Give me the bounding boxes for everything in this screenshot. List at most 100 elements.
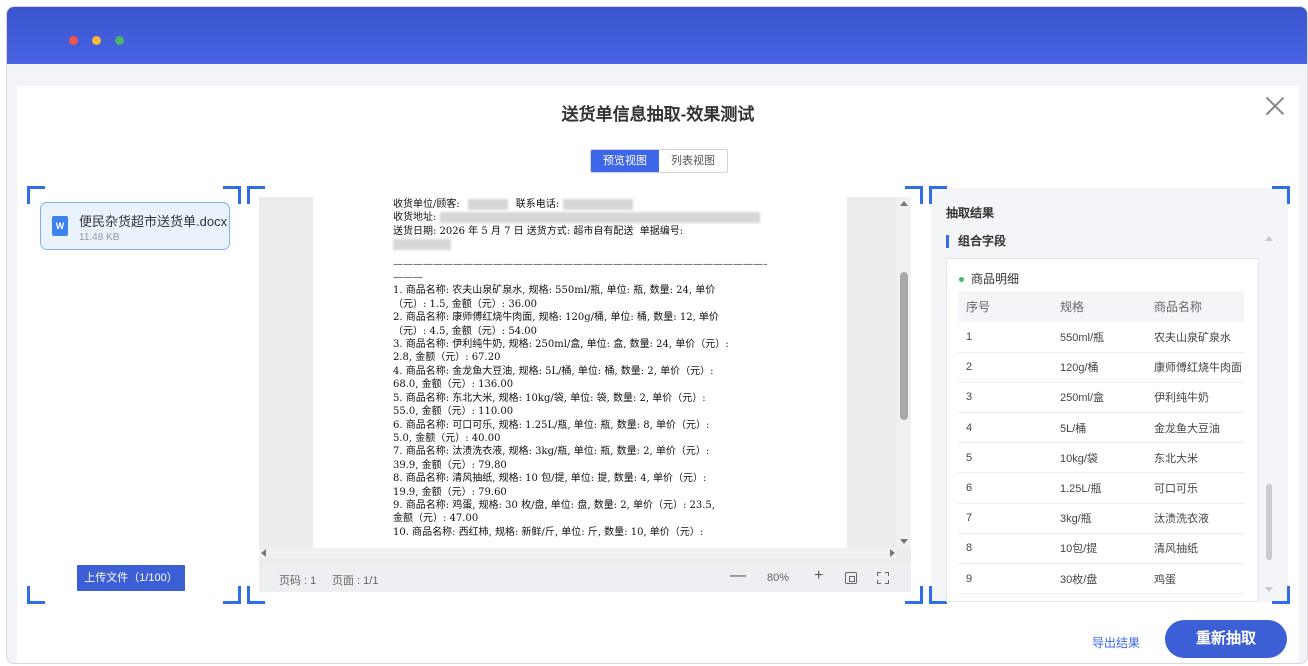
doc-line: 3. 商品名称: 伊利纯牛奶, 规格: 250ml/盒, 单位: 盒, 数量: … <box>393 339 729 351</box>
table-row[interactable]: 1 550ml/瓶 农夫山泉矿泉水 <box>958 322 1244 353</box>
tab-list-view[interactable]: 列表视图 <box>659 150 727 172</box>
table-cell: 7 <box>958 503 1052 534</box>
detail-title-text: 商品明细 <box>971 272 1020 286</box>
result-scrollbar[interactable] <box>1264 236 1274 592</box>
extraction-test-modal: 送货单信息抽取-效果测试 预览视图 列表视图 W 便民杂货超市送货单.docx … <box>17 86 1299 663</box>
close-icon[interactable] <box>1263 94 1287 118</box>
scroll-left-arrow-icon[interactable] <box>261 549 266 557</box>
table-cell: 550ml/瓶 <box>1052 322 1146 353</box>
redacted-block <box>467 199 508 210</box>
doc-divider: ———————————————————————————————————————— <box>393 258 767 270</box>
table-cell: 5L/桶 <box>1052 412 1146 444</box>
modal-title: 送货单信息抽取-效果测试 <box>561 105 755 124</box>
doc-line: 5. 商品名称: 东北大米, 规格: 10kg/袋, 单位: 袋, 数量: 2,… <box>393 392 706 404</box>
minimize-window-dot[interactable] <box>92 36 101 45</box>
page-number: 页码 : 1 <box>279 575 317 587</box>
doc-line: 19.9, 金额（元）: 79.60 <box>393 486 507 498</box>
doc-header-line: 送货日期: 2026 年 5 月 7 日 送货方式: 超市自有配送 单据编号: <box>393 225 847 238</box>
table-cell: 2 <box>958 352 1052 383</box>
doc-text: 联系电话: <box>515 199 560 210</box>
group-field-title: 组合字段 <box>946 235 1006 248</box>
doc-line: 9. 商品名称: 鸡蛋, 规格: 30 枚/盘, 单位: 盘, 数量: 2, 单… <box>393 499 715 511</box>
table-row[interactable]: 8 10包/提 清风抽纸 <box>958 533 1244 565</box>
scroll-right-arrow-icon[interactable] <box>890 549 895 557</box>
doc-line: 39.9, 金额（元）: 79.80 <box>393 459 507 471</box>
detail-title: 商品明细 <box>959 270 1019 287</box>
upload-file-button[interactable]: 上传文件（1/100） <box>77 565 185 591</box>
zoom-level: 80% <box>767 572 790 584</box>
table-cell: 汰渍洗衣液 <box>1146 503 1244 534</box>
scroll-thumb[interactable] <box>1266 484 1272 560</box>
close-window-dot[interactable] <box>69 36 78 45</box>
app-window: 送货单信息抽取-效果测试 预览视图 列表视图 W 便民杂货超市送货单.docx … <box>6 6 1308 664</box>
scroll-down-arrow-icon[interactable] <box>900 539 908 544</box>
table-cell: 1 <box>958 322 1052 353</box>
fit-page-icon[interactable] <box>845 572 857 584</box>
fullscreen-icon[interactable] <box>877 572 889 584</box>
doc-line: 10. 商品名称: 西红柿, 规格: 新鲜/斤, 单位: 斤, 数量: 10, … <box>393 526 704 538</box>
doc-line: 4. 商品名称: 金龙鱼大豆油, 规格: 5L/桶, 单位: 桶, 数量: 2,… <box>393 365 714 377</box>
file-name: 便民杂货超市送货单.docx <box>79 214 228 229</box>
table-row[interactable]: 5 10kg/袋 东北大米 <box>958 442 1244 474</box>
table-row[interactable]: 3 250ml/盒 伊利纯牛奶 <box>958 382 1244 414</box>
table-cell: 8 <box>958 533 1052 565</box>
page-count: 页面 : 1/1 <box>332 575 379 587</box>
corner-mark <box>1272 586 1290 604</box>
table-row[interactable]: 7 3kg/瓶 汰渍洗衣液 <box>958 503 1244 534</box>
doc-line: 8. 商品名称: 清风抽纸, 规格: 10 包/提, 单位: 提, 数量: 4,… <box>393 473 707 485</box>
doc-text: 收货地址: <box>393 212 437 224</box>
doc-line: （元）: 4.5, 金额（元）: 54.00 <box>393 325 537 337</box>
table-cell: 9 <box>958 563 1052 595</box>
table-cell: 东北大米 <box>1146 442 1244 474</box>
zoom-in-button[interactable]: + <box>814 567 823 585</box>
doc-line: 2.8, 金额（元）: 67.20 <box>393 352 501 364</box>
doc-text: 送货日期: 2026 年 5 月 7 日 送货方式: 超市自有配送 单据编号: <box>393 225 684 237</box>
doc-line: 1. 商品名称: 农夫山泉矿泉水, 规格: 550ml/瓶, 单位: 瓶, 数量… <box>393 285 716 297</box>
table-cell: 3kg/瓶 <box>1052 503 1146 534</box>
product-table: 序号 规格 商品名称 1 550ml/瓶 农夫山泉矿泉水 2 120g/桶 康师傅红烧牛肉… <box>958 291 1244 595</box>
horizontal-scrollbar[interactable] <box>259 548 897 558</box>
document-viewport[interactable]: 收货单位/顾客: 联系电话: 收货地址: 送货日期: 2026 年 5 月 7 日… <box>259 197 911 572</box>
doc-line: 6. 商品名称: 可口可乐, 规格: 1.25L/瓶, 单位: 瓶, 数量: 8… <box>393 419 710 431</box>
word-file-icon: W <box>52 216 68 236</box>
table-row[interactable]: 9 30枚/盘 鸡蛋 <box>958 563 1244 595</box>
redacted-block <box>393 239 451 251</box>
tab-preview-view[interactable]: 预览视图 <box>591 150 659 172</box>
table-cell: 10包/提 <box>1052 533 1146 565</box>
scroll-up-arrow-icon[interactable] <box>1265 236 1273 241</box>
export-result-link[interactable]: 导出结果 <box>1092 634 1140 651</box>
doc-line: 68.0, 金额（元）: 136.00 <box>393 379 514 391</box>
corner-mark <box>27 186 45 204</box>
document-preview-panel: 收货单位/顾客: 联系电话: 收货地址: 送货日期: 2026 年 5 月 7 日… <box>247 186 923 604</box>
vertical-scrollbar[interactable] <box>897 197 911 548</box>
column-header: 商品名称 <box>1146 291 1244 322</box>
re-extract-button[interactable]: 重新抽取 <box>1165 620 1287 658</box>
doc-line: 2. 商品名称: 康师傅红烧牛肉面, 规格: 120g/桶, 单位: 桶, 数量… <box>393 312 719 324</box>
redacted-block <box>563 199 634 210</box>
scroll-up-arrow-icon[interactable] <box>900 201 908 206</box>
maximize-window-dot[interactable] <box>115 36 124 45</box>
table-header-row: 序号 规格 商品名称 <box>958 291 1244 322</box>
table-row[interactable]: 2 120g/桶 康师傅红烧牛肉面 <box>958 352 1244 383</box>
table-cell: 1.25L/瓶 <box>1052 472 1146 504</box>
zoom-out-button[interactable]: — <box>730 567 746 585</box>
doc-divider-tail: ——— <box>393 272 423 284</box>
table-cell: 250ml/盒 <box>1052 382 1146 414</box>
table-cell: 金龙鱼大豆油 <box>1146 412 1244 444</box>
table-row[interactable]: 4 5L/桶 金龙鱼大豆油 <box>958 412 1244 444</box>
table-cell: 清风抽纸 <box>1146 533 1244 565</box>
table-cell: 10kg/袋 <box>1052 442 1146 474</box>
doc-line: 7. 商品名称: 汰渍洗衣液, 规格: 3kg/瓶, 单位: 瓶, 数量: 2,… <box>393 446 710 458</box>
scroll-down-arrow-icon[interactable] <box>1265 587 1273 592</box>
doc-line: （元）: 1.5, 金额（元）: 36.00 <box>393 298 537 310</box>
table-cell: 农夫山泉矿泉水 <box>1146 322 1244 353</box>
corner-mark <box>929 586 947 604</box>
extraction-result-panel: 抽取结果 组合字段 商品明细 序号 规格 商品名称 1 550ml/瓶 农夫山泉矿泉… <box>929 186 1290 604</box>
scroll-thumb[interactable] <box>900 272 908 420</box>
file-item[interactable]: W 便民杂货超市送货单.docx 11.48 KB <box>40 202 230 250</box>
corner-mark <box>27 586 45 604</box>
table-row[interactable]: 6 1.25L/瓶 可口可乐 <box>958 472 1244 504</box>
corner-mark <box>1272 186 1290 204</box>
view-toggle: 预览视图 列表视图 <box>590 149 728 173</box>
doc-text: 收货单位/顾客: <box>393 199 460 210</box>
